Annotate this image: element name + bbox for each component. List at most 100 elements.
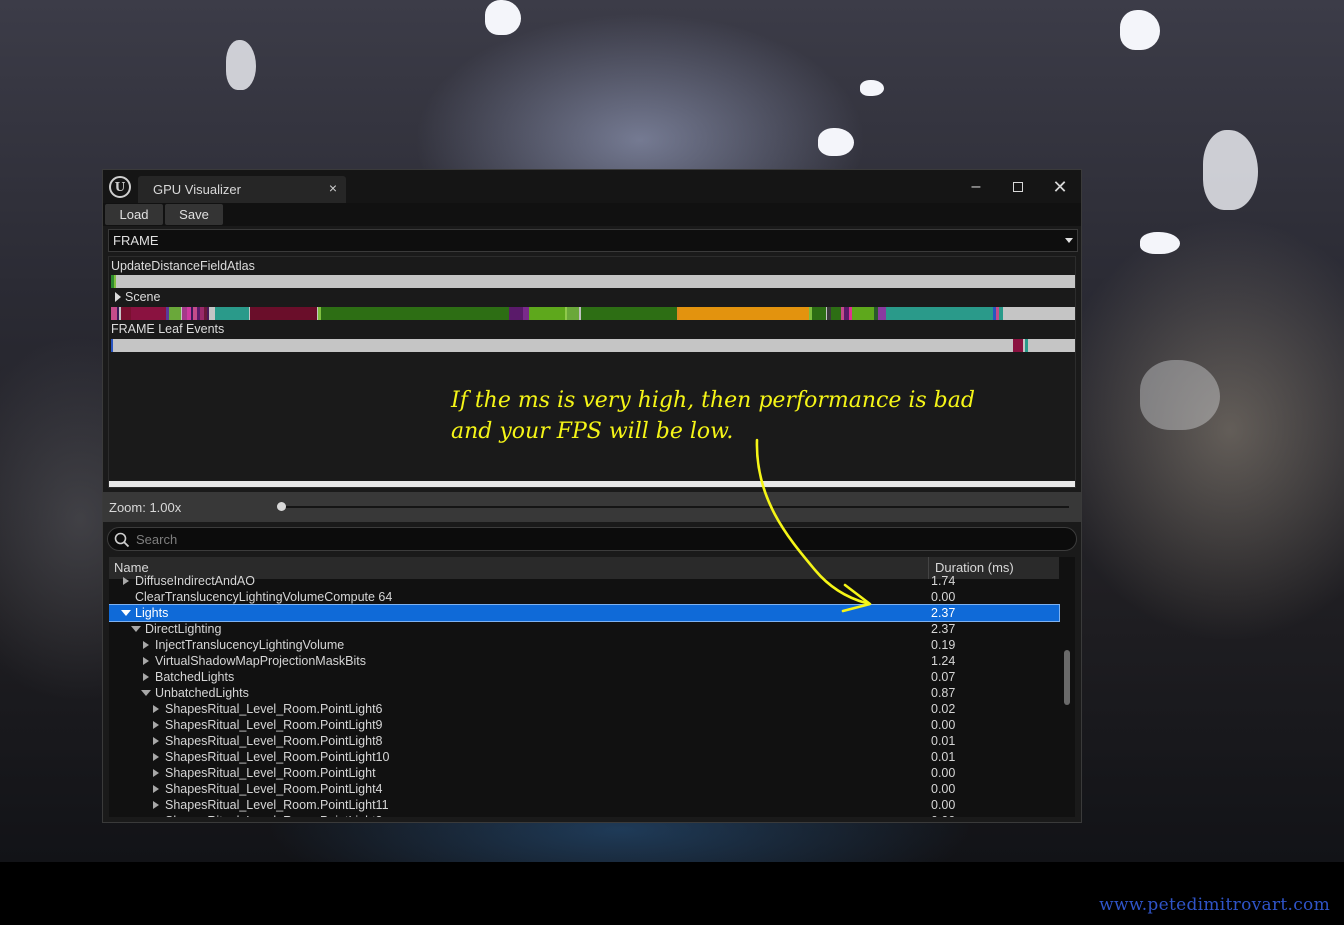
tree-row[interactable]: UnbatchedLights 0.87 (109, 685, 1059, 701)
zoom-row: Zoom: 1.00x (103, 492, 1081, 522)
annotation-line: and your FPS will be low. (451, 419, 734, 444)
minimize-button[interactable]: – (961, 176, 991, 198)
tree-row[interactable]: DiffuseIndirectAndAO 1.74 (109, 573, 1059, 589)
close-window-button[interactable]: ✕ (1045, 176, 1075, 198)
row-name: ShapesRitual_Level_Room.PointLight (165, 766, 376, 780)
row-name: Lights (135, 606, 169, 620)
tree-row[interactable]: ShapesRitual_Level_Room.PointLight3 0.00 (109, 813, 1059, 817)
event-segment[interactable] (117, 307, 119, 320)
unreal-logo-icon: U (109, 176, 131, 198)
tree-row[interactable]: ShapesRitual_Level_Room.PointLight4 0.00 (109, 781, 1059, 797)
tab-gpu-visualizer[interactable]: GPU Visualizer × (138, 176, 346, 203)
expand-triangle-icon[interactable] (143, 641, 149, 649)
tree-row[interactable]: DirectLighting 2.37 (109, 621, 1059, 637)
row-duration: 0.00 (931, 718, 956, 732)
row-name: InjectTranslucencyLightingVolume (155, 638, 345, 652)
row-duration: 2.37 (931, 606, 956, 620)
expand-triangle-icon[interactable] (153, 785, 159, 793)
event-segment[interactable] (121, 307, 131, 320)
sky-opening (818, 128, 854, 156)
collapse-triangle-icon[interactable] (131, 626, 141, 632)
event-segment[interactable] (215, 307, 249, 320)
event-segment[interactable] (250, 307, 317, 320)
tree-row-selected[interactable]: Lights 2.37 (109, 604, 1060, 622)
row-name: ClearTranslucencyLightingVolumeCompute 6… (135, 590, 393, 604)
event-segment[interactable] (1013, 339, 1023, 352)
chevron-down-icon (1065, 238, 1073, 243)
event-segment[interactable] (886, 307, 993, 320)
event-segment[interactable] (878, 307, 886, 320)
event-segment[interactable] (114, 275, 116, 288)
expand-triangle-icon[interactable] (153, 769, 159, 777)
expand-triangle-icon[interactable] (153, 737, 159, 745)
expand-triangle-icon[interactable] (153, 753, 159, 761)
tree-row[interactable]: InjectTranslucencyLightingVolume 0.19 (109, 637, 1059, 653)
load-button[interactable]: Load (105, 204, 163, 225)
expand-triangle-icon[interactable] (115, 292, 121, 302)
row-duration: 0.02 (931, 702, 956, 716)
tree-row[interactable]: ShapesRitual_Level_Room.PointLight9 0.00 (109, 717, 1059, 733)
tab-title: GPU Visualizer (153, 182, 241, 197)
collapse-triangle-icon[interactable] (141, 690, 151, 696)
scrollbar-thumb[interactable] (1064, 650, 1070, 705)
row-name: ShapesRitual_Level_Room.PointLight9 (165, 718, 383, 732)
track-label-scene: Scene (125, 290, 161, 304)
event-segment[interactable] (169, 307, 181, 320)
footer-band (0, 862, 1344, 925)
event-segment[interactable] (509, 307, 523, 320)
sky-opening (226, 40, 256, 90)
expand-triangle-icon[interactable] (123, 577, 129, 585)
event-segment[interactable] (679, 307, 809, 320)
track-bar-update-distance-field-atlas[interactable] (111, 275, 1075, 288)
row-duration: 0.01 (931, 734, 956, 748)
annotation-line: If the ms is very high, then performance… (451, 388, 975, 413)
event-segment[interactable] (567, 307, 579, 320)
event-segment[interactable] (831, 307, 841, 320)
row-duration: 1.24 (931, 654, 956, 668)
event-tree: Name Duration (ms) DiffuseIndirectAndAO 1… (109, 557, 1075, 817)
frame-dropdown[interactable]: FRAME (108, 229, 1078, 252)
expand-triangle-icon[interactable] (153, 705, 159, 713)
tab-close-icon[interactable]: × (329, 180, 337, 196)
track-bar-frame-leaf-events[interactable] (111, 339, 1075, 352)
event-segment[interactable] (207, 307, 209, 320)
tree-row[interactable]: ShapesRitual_Level_Room.PointLight11 0.00 (109, 797, 1059, 813)
event-segment[interactable] (321, 307, 509, 320)
tree-row[interactable]: VirtualShadowMapProjectionMaskBits 1.24 (109, 653, 1059, 669)
row-duration: 0.19 (931, 638, 956, 652)
event-segment[interactable] (999, 307, 1003, 320)
event-segment[interactable] (581, 307, 677, 320)
row-name: ShapesRitual_Level_Room.PointLight11 (165, 798, 389, 812)
tree-row[interactable]: BatchedLights 0.07 (109, 669, 1059, 685)
zoom-label: Zoom: 1.00x (109, 500, 182, 515)
event-segment[interactable] (529, 307, 565, 320)
expand-triangle-icon[interactable] (143, 657, 149, 665)
event-segment[interactable] (131, 307, 166, 320)
track-bar-scene[interactable] (111, 307, 1075, 320)
tree-row[interactable]: ShapesRitual_Level_Room.PointLight 0.00 (109, 765, 1059, 781)
event-segment[interactable] (812, 307, 826, 320)
search-input[interactable] (136, 530, 1056, 548)
event-segment[interactable] (1025, 339, 1028, 352)
collapse-triangle-icon[interactable] (121, 610, 131, 616)
row-duration: 0.01 (931, 750, 956, 764)
tree-row[interactable]: ClearTranslucencyLightingVolumeCompute 6… (109, 589, 1059, 605)
sky-opening (860, 80, 884, 96)
zoom-slider-thumb[interactable] (277, 502, 286, 511)
expand-triangle-icon[interactable] (153, 801, 159, 809)
zoom-slider-track[interactable] (281, 506, 1069, 508)
event-segment[interactable] (852, 307, 874, 320)
tree-row[interactable]: ShapesRitual_Level_Room.PointLight8 0.01 (109, 733, 1059, 749)
search-box[interactable] (107, 527, 1077, 551)
event-segment[interactable] (111, 339, 113, 352)
tree-row[interactable]: ShapesRitual_Level_Room.PointLight10 0.01 (109, 749, 1059, 765)
expand-triangle-icon[interactable] (143, 673, 149, 681)
timeline-panel[interactable]: UpdateDistanceFieldAtlas Scene FRAME Lea… (108, 256, 1076, 488)
tree-row[interactable]: ShapesRitual_Level_Room.PointLight6 0.02 (109, 701, 1059, 717)
frame-dropdown-value: FRAME (113, 233, 159, 248)
maximize-button[interactable] (1003, 176, 1033, 198)
title-bar[interactable]: U GPU Visualizer × – ✕ (103, 170, 1081, 203)
save-button[interactable]: Save (165, 204, 223, 225)
expand-triangle-icon[interactable] (153, 721, 159, 729)
toolbar: Load Save (103, 203, 1081, 226)
